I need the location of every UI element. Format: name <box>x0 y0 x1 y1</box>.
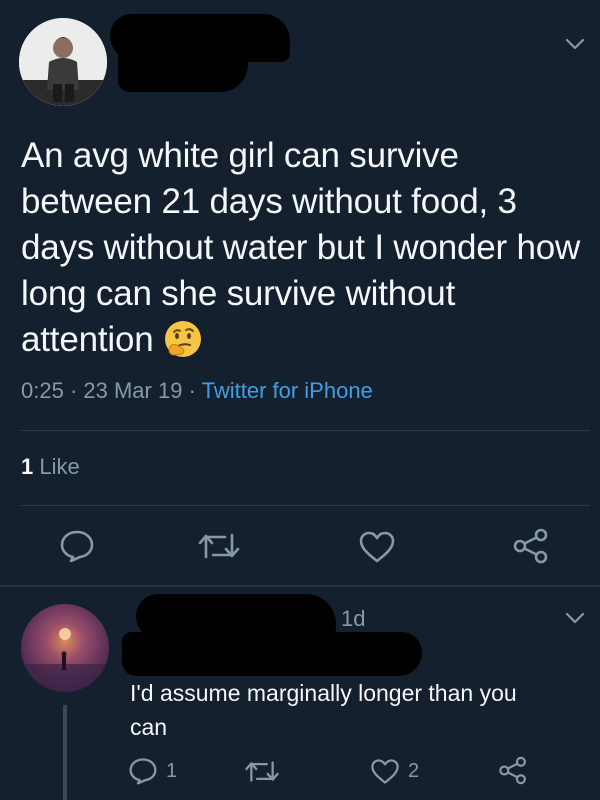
tweet-metadata: 0:25 · 23 Mar 19 · Twitter for iPhone <box>21 378 373 404</box>
tweet-text: An avg white girl can survive between 21… <box>21 133 581 371</box>
reply-icon[interactable] <box>128 757 158 785</box>
reply-icon[interactable] <box>59 529 95 563</box>
section-divider <box>0 585 600 587</box>
share-icon[interactable] <box>512 528 550 564</box>
like-icon[interactable] <box>370 758 400 785</box>
reply-like-count: 2 <box>408 760 420 782</box>
tweet-detail-screen: An avg white girl can survive between 21… <box>0 0 600 800</box>
redacted-replier-handle <box>122 632 422 676</box>
likes-label: Like <box>39 454 80 479</box>
meta-separator: · <box>182 378 202 403</box>
reply-timestamp: 1d <box>341 606 366 631</box>
chevron-down-icon[interactable] <box>565 611 585 625</box>
likes-count[interactable]: 1 Like <box>21 454 80 480</box>
reply-text: I'd assume marginally longer than you ca… <box>130 680 517 740</box>
retweet-icon[interactable] <box>244 759 280 784</box>
thread-line <box>63 705 67 800</box>
meta-separator: · <box>63 378 84 403</box>
tweet-time: 0:25 <box>21 378 64 403</box>
divider <box>21 505 590 506</box>
likes-number: 1 <box>21 454 34 479</box>
author-avatar[interactable] <box>19 18 107 106</box>
reply-reply-count: 1 <box>166 760 178 782</box>
like-icon[interactable] <box>358 530 396 564</box>
redacted-author-handle <box>118 46 248 92</box>
retweet-icon[interactable] <box>197 531 241 561</box>
replier-photo <box>21 604 109 692</box>
divider <box>21 430 590 431</box>
chevron-down-icon[interactable] <box>565 37 585 51</box>
replier-avatar[interactable] <box>21 604 109 692</box>
share-icon[interactable] <box>498 756 528 785</box>
author-photo <box>19 18 107 106</box>
tweet-body: An avg white girl can survive between 21… <box>21 136 581 359</box>
tweet-date: 23 Mar 19 <box>83 378 183 403</box>
tweet-source-link[interactable]: Twitter for iPhone <box>202 378 373 403</box>
thinking-face-emoji <box>163 319 203 371</box>
